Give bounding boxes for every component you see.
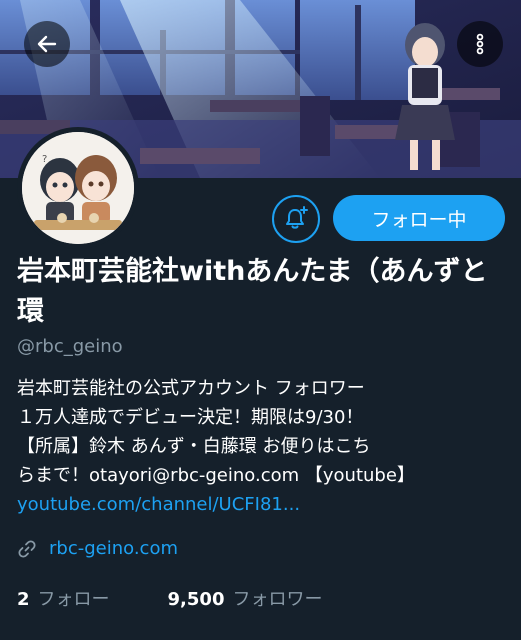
following-button[interactable]: フォロー中 [333, 195, 505, 241]
followers-label: フォロワー [232, 589, 323, 610]
following-stat[interactable]: 2 フォロー [17, 585, 110, 611]
followers-stat[interactable]: 9,500 フォロワー [168, 585, 323, 611]
svg-text:?: ? [42, 154, 47, 165]
bio-line: １万人達成でデビュー決定！期限は9/30！ [17, 407, 364, 428]
profile-bio: 岩本町芸能社の公式アカウント フォロワー １万人達成でデビュー決定！期限は9/3… [17, 374, 487, 519]
profile-stats: 2 フォロー 9,500 フォロワー [17, 585, 322, 611]
avatar-image: ? [22, 132, 134, 244]
notification-toggle-button[interactable] [272, 195, 320, 243]
website-link[interactable]: rbc-geino.com [49, 538, 178, 559]
more-options-button[interactable] [457, 21, 503, 67]
arrow-left-icon [37, 35, 57, 53]
more-vertical-icon [476, 33, 484, 55]
display-name: 岩本町芸能社withあんたま（あんずと環 [17, 256, 488, 327]
following-button-label: フォロー中 [371, 208, 467, 231]
bio-line: 【所属】鈴木 あんず・白藤環 お便りはこち [17, 436, 371, 457]
bio-youtube-link[interactable]: youtube.com/channel/UCFI81... [17, 490, 487, 519]
bell-plus-icon [286, 206, 308, 229]
followers-count: 9,500 [167, 589, 225, 610]
profile-avatar[interactable]: ? [17, 127, 139, 249]
bio-line: らまで！otayori@rbc-geino.com 【youtube】 [17, 465, 415, 486]
following-label: フォロー [37, 589, 110, 610]
link-icon [18, 539, 36, 558]
user-handle: @rbc_geino [17, 336, 123, 357]
back-button[interactable] [24, 21, 70, 67]
following-count: 2 [17, 589, 30, 610]
bio-line: 岩本町芸能社の公式アカウント フォロワー [17, 378, 365, 399]
website-row: rbc-geino.com [17, 538, 178, 559]
